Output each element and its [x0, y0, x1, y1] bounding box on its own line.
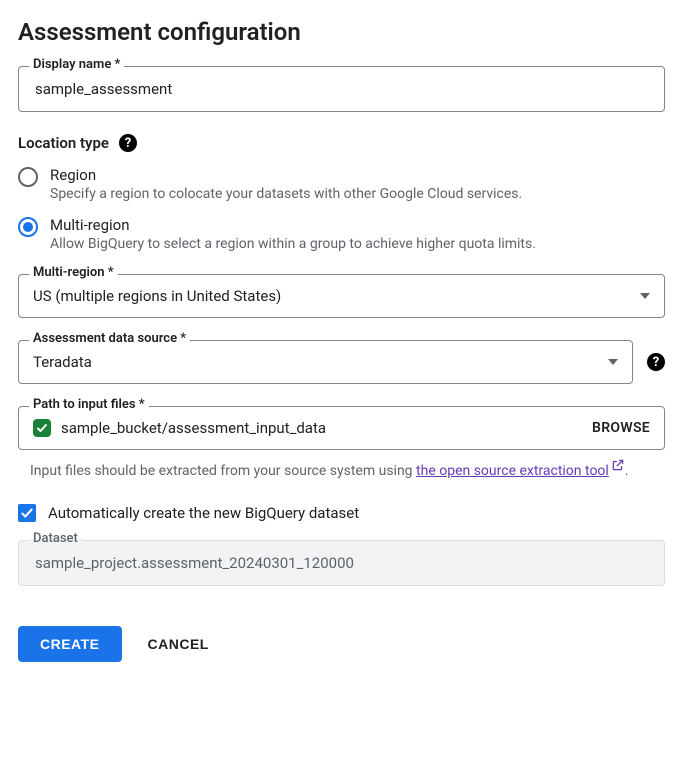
extraction-tool-link[interactable]: the open source extraction tool — [416, 463, 625, 479]
browse-button[interactable]: BROWSE — [592, 420, 650, 436]
auto-create-checkbox[interactable] — [18, 504, 36, 522]
multiregion-label: Multi-region * — [29, 265, 118, 280]
dataset-input — [33, 553, 650, 573]
valid-check-icon — [33, 419, 51, 437]
path-label: Path to input files * — [29, 397, 149, 412]
radio-region[interactable]: Region Specify a region to colocate your… — [18, 166, 665, 202]
radio-multiregion[interactable]: Multi-region Allow BigQuery to select a … — [18, 216, 665, 252]
location-type-label: Location type — [18, 134, 109, 152]
dataset-label: Dataset — [29, 531, 82, 546]
auto-create-label: Automatically create the new BigQuery da… — [48, 504, 359, 522]
radio-region-title: Region — [50, 166, 522, 184]
chevron-down-icon — [608, 359, 618, 365]
path-value: sample_bucket/assessment_input_data — [61, 419, 326, 437]
radio-multiregion-button[interactable] — [18, 217, 38, 237]
auto-create-row[interactable]: Automatically create the new BigQuery da… — [18, 504, 665, 522]
data-source-value: Teradata — [33, 353, 92, 371]
radio-multiregion-title: Multi-region — [50, 216, 536, 234]
page-title: Assessment configuration — [18, 18, 665, 46]
radio-multiregion-desc: Allow BigQuery to select a region within… — [50, 236, 536, 252]
data-source-label: Assessment data source * — [29, 331, 190, 346]
help-icon[interactable]: ? — [647, 353, 665, 371]
radio-region-desc: Specify a region to colocate your datase… — [50, 186, 522, 202]
multiregion-select[interactable]: Multi-region * US (multiple regions in U… — [18, 274, 665, 318]
create-button[interactable]: CREATE — [18, 626, 122, 662]
external-link-icon — [611, 458, 625, 479]
display-name-field[interactable]: Display name * — [18, 66, 665, 112]
path-field[interactable]: Path to input files * sample_bucket/asse… — [18, 406, 665, 450]
cancel-button[interactable]: CANCEL — [144, 626, 213, 662]
chevron-down-icon — [640, 293, 650, 299]
data-source-select[interactable]: Assessment data source * Teradata — [18, 340, 633, 384]
help-icon[interactable]: ? — [119, 134, 137, 152]
multiregion-value: US (multiple regions in United States) — [33, 287, 281, 305]
display-name-label: Display name * — [29, 57, 124, 72]
dataset-field: Dataset — [18, 540, 665, 586]
path-hint: Input files should be extracted from you… — [30, 458, 665, 482]
display-name-input[interactable] — [33, 79, 650, 99]
radio-region-button[interactable] — [18, 167, 38, 187]
